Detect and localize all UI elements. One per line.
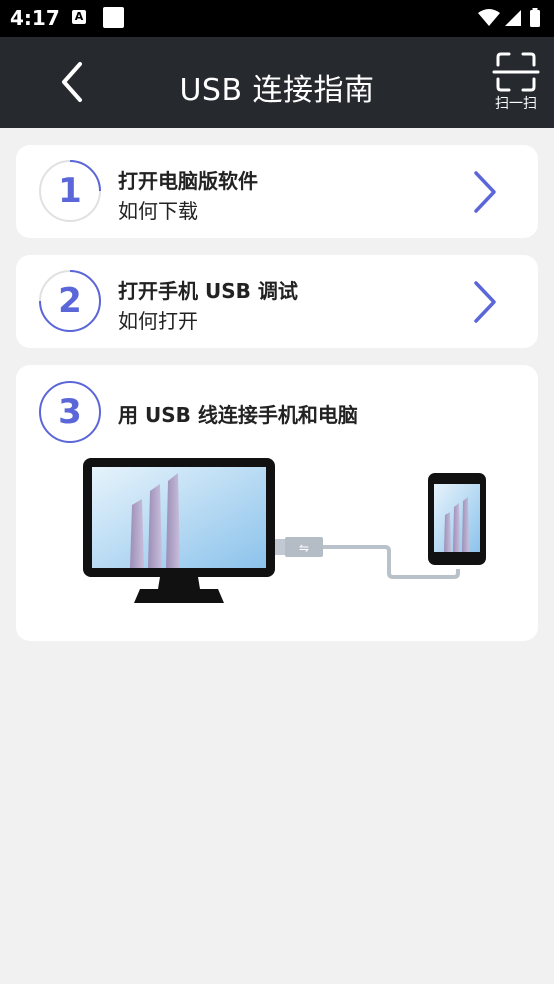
step-subtitle: 如何打开 — [118, 309, 198, 333]
battery-icon — [530, 10, 540, 27]
page-title: USB 连接指南 — [179, 73, 375, 108]
step-number: 2 — [58, 281, 82, 321]
step-subtitle: 如何下载 — [118, 199, 198, 223]
chevron-right-icon — [474, 171, 496, 213]
app-bar: USB 连接指南 扫一扫 — [0, 37, 554, 128]
a-notification-icon: A — [72, 10, 86, 24]
phone-icon — [428, 473, 486, 565]
step-card-usb-debug[interactable]: 2 打开手机 USB 调试 如何打开 — [16, 255, 538, 348]
step-card-connect: 3 用 USB 线连接手机和电脑 ⇋ — [16, 365, 538, 641]
step-title: 打开电脑版软件 — [118, 169, 258, 193]
step-card-download[interactable]: 1 打开电脑版软件 如何下载 — [16, 145, 538, 238]
status-icons — [478, 8, 540, 27]
step-number: 1 — [58, 171, 82, 211]
signal-icon — [505, 10, 521, 26]
scan-icon — [492, 52, 540, 92]
square-notification-icon — [103, 7, 124, 28]
usb-connection-illustration: ⇋ — [83, 458, 486, 603]
scan-button[interactable]: 扫一扫 — [490, 51, 542, 115]
chevron-right-icon — [474, 281, 496, 323]
status-time: 4:17 — [10, 6, 60, 30]
status-bar: 4:17 A — [0, 0, 554, 37]
usb-plug-icon: ⇋ — [275, 537, 323, 557]
scan-label: 扫一扫 — [495, 96, 537, 112]
step-title: 打开手机 USB 调试 — [118, 279, 298, 303]
wifi-icon — [478, 9, 500, 26]
svg-text:⇋: ⇋ — [299, 541, 309, 555]
monitor-icon — [83, 458, 275, 603]
step-title: 用 USB 线连接手机和电脑 — [118, 403, 358, 427]
step-number: 3 — [58, 392, 82, 432]
